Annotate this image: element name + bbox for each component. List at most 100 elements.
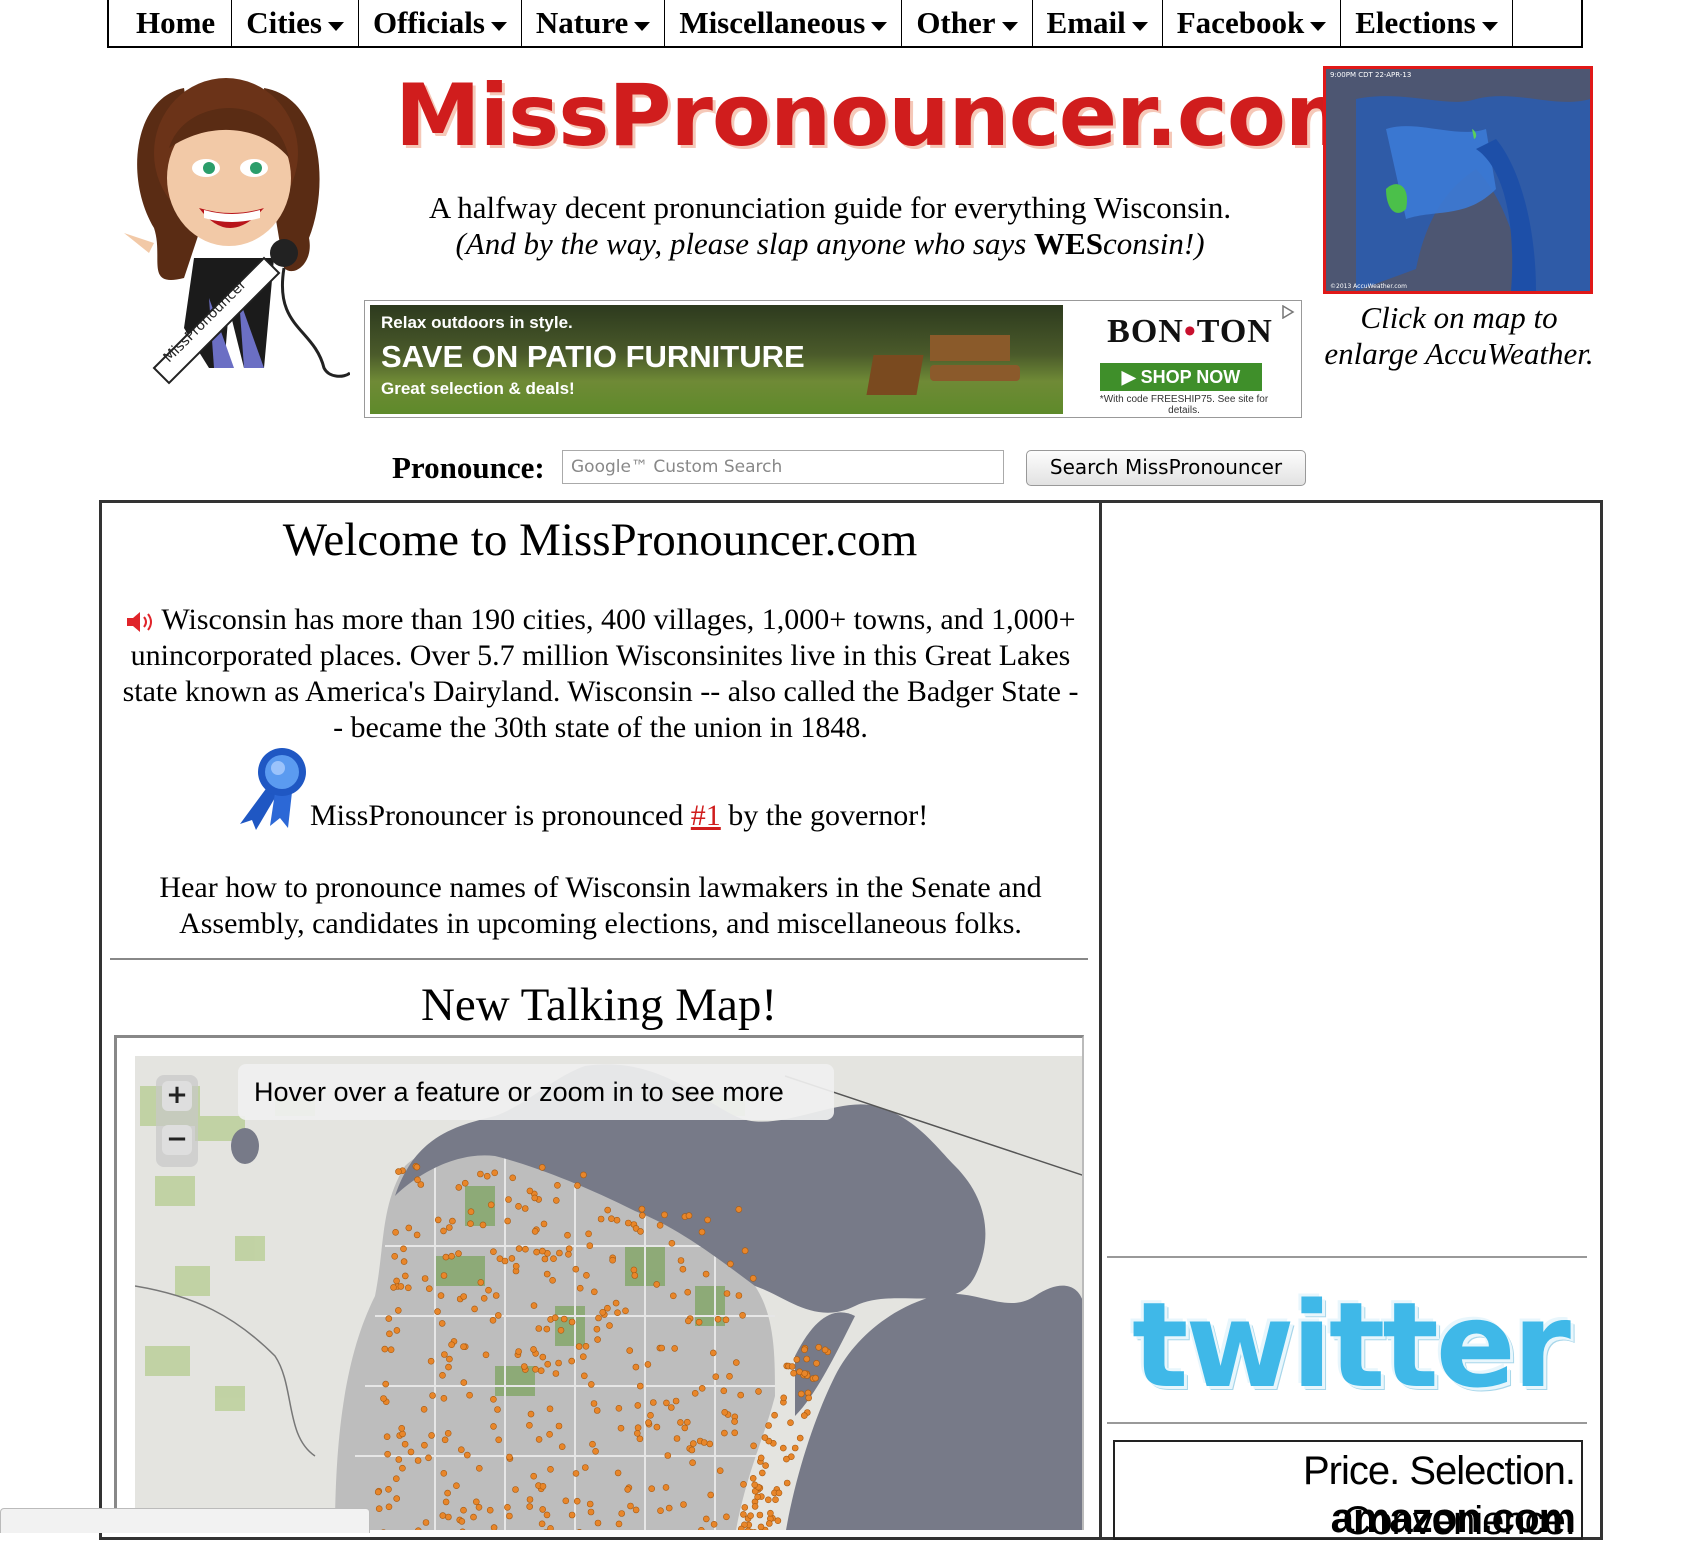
map-place-dot[interactable] — [741, 1504, 749, 1511]
map-place-dot[interactable] — [630, 1266, 638, 1274]
map-place-dot[interactable] — [537, 1367, 545, 1375]
search-button[interactable]: Search MissPronouncer — [1026, 450, 1306, 486]
map-place-dot[interactable] — [587, 1508, 595, 1516]
map-place-dot[interactable] — [494, 1312, 502, 1319]
map-place-dot[interactable] — [547, 1465, 554, 1473]
map-place-dot[interactable] — [460, 1293, 468, 1300]
map-place-dot[interactable] — [526, 1421, 533, 1429]
map-place-dot[interactable] — [568, 1511, 576, 1519]
map-place-dot[interactable] — [618, 1510, 626, 1517]
map-place-dot[interactable] — [530, 1302, 538, 1309]
map-place-dot[interactable] — [617, 1424, 625, 1432]
map-place-dot[interactable] — [428, 1432, 435, 1439]
map-place-dot[interactable] — [721, 1408, 729, 1416]
map-place-dot[interactable] — [731, 1429, 739, 1437]
map-place-dot[interactable] — [684, 1317, 692, 1325]
map-place-dot[interactable] — [649, 1399, 657, 1406]
map-place-dot[interactable] — [440, 1227, 447, 1235]
map-place-dot[interactable] — [589, 1440, 596, 1448]
map-place-dot[interactable] — [765, 1520, 773, 1527]
map-place-dot[interactable] — [441, 1436, 449, 1444]
map-place-dot[interactable] — [609, 1256, 616, 1264]
map-place-dot[interactable] — [460, 1343, 467, 1351]
map-place-dot[interactable] — [714, 1315, 722, 1323]
map-place-dot[interactable] — [738, 1525, 745, 1530]
amazon-ad[interactable]: Price. Selection. Convenience. amazon.co… — [1113, 1440, 1583, 1543]
map-place-dot[interactable] — [479, 1221, 487, 1229]
map-place-dot[interactable] — [756, 1511, 764, 1519]
map-place-dot[interactable] — [400, 1258, 408, 1265]
map-place-dot[interactable] — [413, 1231, 421, 1239]
map-place-dot[interactable] — [564, 1231, 571, 1239]
map-place-dot[interactable] — [562, 1497, 570, 1505]
map-place-dot[interactable] — [597, 1215, 605, 1223]
map-place-dot[interactable] — [638, 1205, 646, 1213]
map-place-dot[interactable] — [595, 1314, 602, 1322]
ad-shop-now-button[interactable]: ▶ SHOP NOW — [1100, 363, 1262, 391]
map-place-dot[interactable] — [471, 1305, 478, 1313]
map-place-dot[interactable] — [522, 1245, 529, 1253]
map-place-dot[interactable] — [677, 1419, 684, 1426]
map-place-dot[interactable] — [576, 1284, 584, 1292]
nav-item-cities[interactable]: Cities — [232, 0, 359, 46]
map-place-dot[interactable] — [731, 1418, 738, 1425]
map-place-dot[interactable] — [788, 1363, 796, 1370]
map-place-dot[interactable] — [634, 1402, 642, 1409]
map-place-dot[interactable] — [530, 1346, 537, 1353]
map-place-dot[interactable] — [489, 1316, 497, 1324]
map-place-dot[interactable] — [399, 1464, 406, 1472]
map-place-dot[interactable] — [401, 1440, 409, 1448]
map-place-dot[interactable] — [573, 1497, 581, 1505]
map-place-dot[interactable] — [421, 1275, 429, 1282]
map-place-dot[interactable] — [526, 1187, 534, 1195]
map-place-dot[interactable] — [671, 1345, 679, 1352]
map-place-dot[interactable] — [442, 1253, 450, 1261]
map-place-dot[interactable] — [445, 1513, 452, 1521]
map-place-dot[interactable] — [539, 1506, 547, 1513]
map-place-dot[interactable] — [772, 1496, 779, 1504]
map-place-dot[interactable] — [560, 1315, 568, 1323]
map-place-dot[interactable] — [458, 1518, 466, 1525]
map-place-dot[interactable] — [495, 1436, 503, 1444]
map-place-dot[interactable] — [546, 1405, 554, 1413]
map-place-dot[interactable] — [793, 1356, 801, 1363]
nav-item-home[interactable]: Home — [109, 0, 233, 46]
map-place-dot[interactable] — [384, 1450, 391, 1458]
map-place-dot[interactable] — [683, 1418, 691, 1426]
nav-item-officials[interactable]: Officials — [359, 0, 522, 46]
map-place-dot[interactable] — [414, 1176, 421, 1184]
map-place-dot[interactable] — [637, 1228, 644, 1235]
map-place-dot[interactable] — [771, 1411, 778, 1419]
map-place-dot[interactable] — [512, 1262, 520, 1270]
map-place-dot[interactable] — [593, 1325, 601, 1333]
map-place-dot[interactable] — [515, 1203, 522, 1210]
map-place-dot[interactable] — [555, 1359, 562, 1367]
map-place-dot[interactable] — [448, 1252, 455, 1260]
map-place-dot[interactable] — [645, 1419, 652, 1426]
map-place-dot[interactable] — [638, 1212, 646, 1219]
map-place-dot[interactable] — [530, 1472, 538, 1480]
map-place-dot[interactable] — [704, 1216, 711, 1224]
map-place-dot[interactable] — [775, 1489, 783, 1497]
map-place-dot[interactable] — [754, 1493, 761, 1501]
map-place-dot[interactable] — [586, 1242, 594, 1249]
map-place-dot[interactable] — [445, 1224, 453, 1231]
map-place-dot[interactable] — [531, 1194, 539, 1202]
map-place-dot[interactable] — [658, 1344, 666, 1352]
map-place-dot[interactable] — [698, 1228, 706, 1236]
map-place-dot[interactable] — [535, 1436, 543, 1443]
map-place-dot[interactable] — [391, 1253, 399, 1260]
map-place-dot[interactable] — [556, 1249, 563, 1257]
map-place-dot[interactable] — [533, 1248, 540, 1256]
map-place-dot[interactable] — [457, 1446, 465, 1454]
map-place-dot[interactable] — [445, 1363, 452, 1371]
map-place-dot[interactable] — [439, 1512, 447, 1519]
map-place-dot[interactable] — [582, 1342, 590, 1350]
map-place-dot[interactable] — [399, 1430, 406, 1438]
map-place-dot[interactable] — [668, 1240, 676, 1247]
map-place-dot[interactable] — [579, 1353, 587, 1361]
map-place-dot[interactable] — [414, 1457, 422, 1464]
map-place-dot[interactable] — [531, 1228, 539, 1235]
map-place-dot[interactable] — [631, 1272, 639, 1279]
map-place-dot[interactable] — [429, 1392, 436, 1399]
